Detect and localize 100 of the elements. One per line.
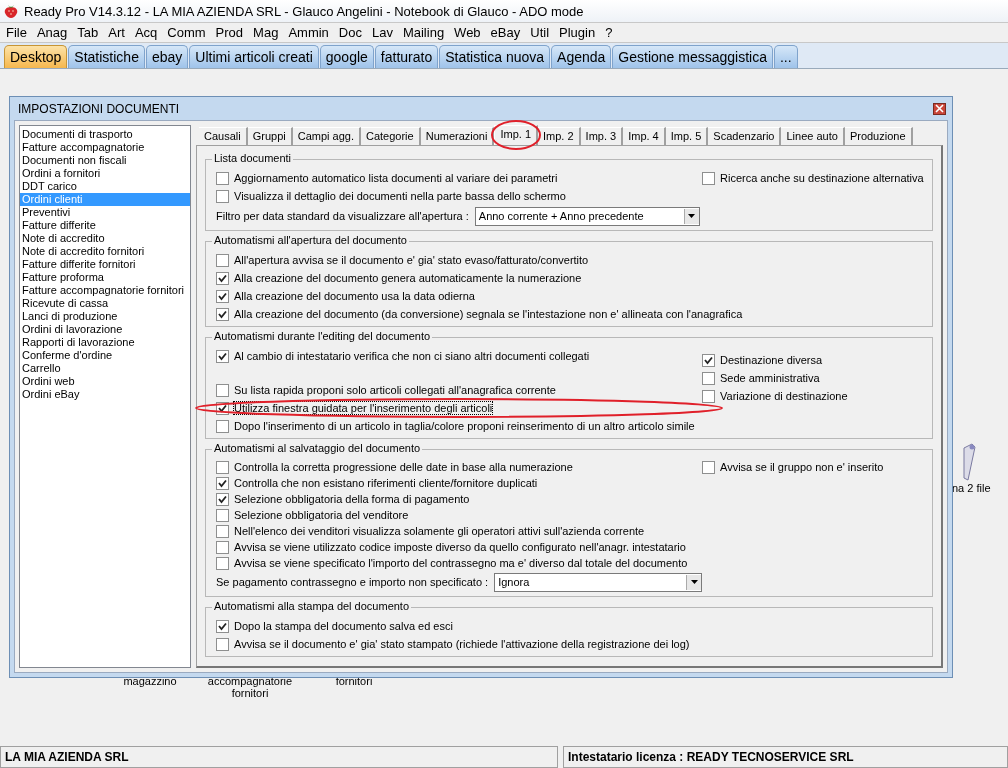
checkbox[interactable]: [216, 508, 229, 522]
tab[interactable]: Imp. 5: [665, 127, 709, 145]
list-item[interactable]: Fatture differite: [20, 219, 190, 232]
list-item[interactable]: Documenti di trasporto: [20, 128, 190, 141]
menu-item[interactable]: Acq: [132, 25, 166, 40]
checkbox[interactable]: [216, 419, 229, 433]
checkbox-label[interactable]: Avvisa se viene specificato l'importo del contrassegno ma e' diverso dal totale del documento: [234, 557, 688, 569]
checkbox-checked[interactable]: [216, 289, 229, 303]
checkbox-label[interactable]: Visualizza il dettaglio dei documenti nella parte bassa dello schermo: [234, 190, 566, 202]
tab[interactable]: Numerazioni: [420, 127, 495, 145]
menu-item[interactable]: Doc: [336, 25, 370, 40]
checkbox-checked[interactable]: [216, 492, 229, 506]
menu-item[interactable]: Mag: [251, 25, 287, 40]
checkbox-label[interactable]: Controlla che non esistano riferimenti cliente/fornitore duplicati: [234, 477, 538, 489]
list-item[interactable]: Ricevute di cassa: [20, 297, 190, 310]
tab[interactable]: Campi agg.: [292, 127, 361, 145]
menu-item[interactable]: Web: [452, 25, 489, 40]
tab[interactable]: Ultimi articoli creati: [189, 45, 319, 68]
tab[interactable]: Causali: [199, 127, 248, 145]
checkbox-label[interactable]: Alla creazione del documento usa la data odierna: [234, 290, 475, 302]
checkbox-label[interactable]: Controlla la corretta progressione delle date in base alla numerazione: [234, 461, 573, 473]
tab[interactable]: Gestione messaggistica: [612, 45, 773, 68]
list-item[interactable]: Documenti non fiscali: [20, 154, 190, 167]
tab[interactable]: Statistiche: [68, 45, 145, 68]
checkbox-checked[interactable]: [216, 476, 229, 490]
menu-item[interactable]: Lav: [369, 25, 401, 40]
checkbox-label[interactable]: Selezione obbligatoria del venditore: [234, 509, 409, 521]
menu-item[interactable]: Prod: [213, 25, 252, 40]
icon-label[interactable]: fornitori: [335, 675, 373, 687]
list-item[interactable]: Carrello: [20, 362, 190, 375]
checkbox[interactable]: [216, 524, 229, 538]
list-item[interactable]: Lanci di produzione: [20, 310, 190, 323]
list-item[interactable]: Fatture accompagnatorie fornitori: [20, 284, 190, 297]
tab[interactable]: Statistica nuova: [439, 45, 551, 68]
checkbox-checked[interactable]: [216, 349, 229, 363]
tab[interactable]: Gruppi: [247, 127, 293, 145]
checkbox-label[interactable]: Sede amministrativa: [720, 372, 820, 384]
checkbox[interactable]: [702, 460, 715, 474]
list-item[interactable]: Ordini a fornitori: [20, 167, 190, 180]
menu-item[interactable]: File: [4, 25, 35, 40]
dropdown[interactable]: Anno corrente + Anno precedente: [474, 206, 700, 226]
list-item[interactable]: DDT carico: [20, 180, 190, 193]
checkbox[interactable]: [216, 540, 229, 554]
tab[interactable]: ebay: [145, 45, 189, 68]
menu-item[interactable]: Tab: [75, 25, 107, 40]
tab[interactable]: Produzione: [844, 127, 913, 145]
checkbox[interactable]: [216, 637, 229, 651]
tab[interactable]: fatturato: [374, 45, 439, 68]
tab[interactable]: Imp. 3: [580, 127, 624, 145]
checkbox-label[interactable]: Aggiornamento automatico lista documenti al variare dei parametri: [234, 172, 558, 184]
menu-item[interactable]: Util: [528, 25, 558, 40]
tab[interactable]: ...: [773, 45, 798, 68]
list-item[interactable]: Conferme d'ordine: [20, 349, 190, 362]
menu-item[interactable]: Comm: [165, 25, 214, 40]
icon-label[interactable]: na 2 file: [952, 482, 991, 494]
checkbox-label[interactable]: Avvisa se il gruppo non e' inserito: [720, 461, 884, 473]
tab[interactable]: Categorie: [361, 127, 421, 145]
checkbox-label[interactable]: Alla creazione del documento genera automaticamente la numerazione: [234, 272, 582, 284]
menu-item[interactable]: ?: [603, 25, 621, 40]
checkbox[interactable]: [216, 171, 229, 185]
checkbox-checked[interactable]: [702, 353, 715, 367]
checkbox-label[interactable]: Ricerca anche su destinazione alternativa: [720, 172, 924, 184]
checkbox-label[interactable]: Variazione di destinazione: [720, 390, 848, 402]
checkbox[interactable]: [216, 253, 229, 267]
list-item[interactable]: Rapporti di lavorazione: [20, 336, 190, 349]
checkbox[interactable]: [216, 189, 229, 203]
list-item[interactable]: Ordini web: [20, 375, 190, 388]
tab[interactable]: Imp. 2: [538, 127, 581, 145]
menu-item[interactable]: Ammin: [286, 25, 337, 40]
checkbox-checked[interactable]: [216, 307, 229, 321]
icon-label[interactable]: magazzino: [123, 675, 177, 687]
tab[interactable]: Linee auto: [781, 127, 845, 145]
list-item[interactable]: Preventivi: [20, 206, 190, 219]
tab[interactable]: Desktop: [4, 45, 68, 68]
list-item[interactable]: Note di accredito fornitori: [20, 245, 190, 258]
checkbox[interactable]: [702, 171, 715, 185]
checkbox-label[interactable]: Nell'elenco dei venditori visualizza solamente gli operatori attivi sull'azienda corrente: [234, 525, 645, 537]
list-item[interactable]: Ordini eBay: [20, 388, 190, 401]
checkbox-label[interactable]: Su lista rapida proponi solo articoli collegati all'anagrafica corrente: [234, 384, 556, 396]
checkbox[interactable]: [216, 383, 229, 397]
checkbox-label[interactable]: Alla creazione del documento (da conversione) segnala se l'intestazione non e' allineata con l'anagrafica: [234, 308, 743, 320]
tab[interactable]: google: [319, 45, 374, 68]
checkbox-label[interactable]: Al cambio di intestatario verifica che non ci siano altri documenti collegati: [234, 350, 590, 362]
menu-item[interactable]: Plugin: [557, 25, 604, 40]
checkbox-label[interactable]: Selezione obbligatoria della forma di pagamento: [234, 493, 470, 505]
checkbox-label[interactable]: Avvisa se il documento e' gia' stato stampato (richiede l'attivazione della registrazione dei log): [234, 638, 690, 650]
menu-item[interactable]: Art: [106, 25, 133, 40]
tab[interactable]: Agenda: [551, 45, 612, 68]
icon-label[interactable]: accompagnatorie fornitori: [205, 675, 295, 699]
list-item[interactable]: Note di accredito: [20, 232, 190, 245]
checkbox-label[interactable]: Dopo la stampa del documento salva ed esci: [234, 620, 453, 632]
checkbox[interactable]: [216, 460, 229, 474]
checkbox[interactable]: [702, 389, 715, 403]
checkbox-label[interactable]: Destinazione diversa: [720, 354, 823, 366]
menu-item[interactable]: Anag: [34, 25, 76, 40]
tab[interactable]: Imp. 4: [623, 127, 666, 145]
checkbox-checked[interactable]: [216, 619, 229, 633]
list-item[interactable]: Ordini di lavorazione: [20, 323, 190, 336]
checkbox-label[interactable]: Dopo l'inserimento di un articolo in taglia/colore proponi reinserimento di un altro articolo simile: [234, 420, 695, 432]
tab[interactable]: Imp. 1: [494, 125, 538, 145]
